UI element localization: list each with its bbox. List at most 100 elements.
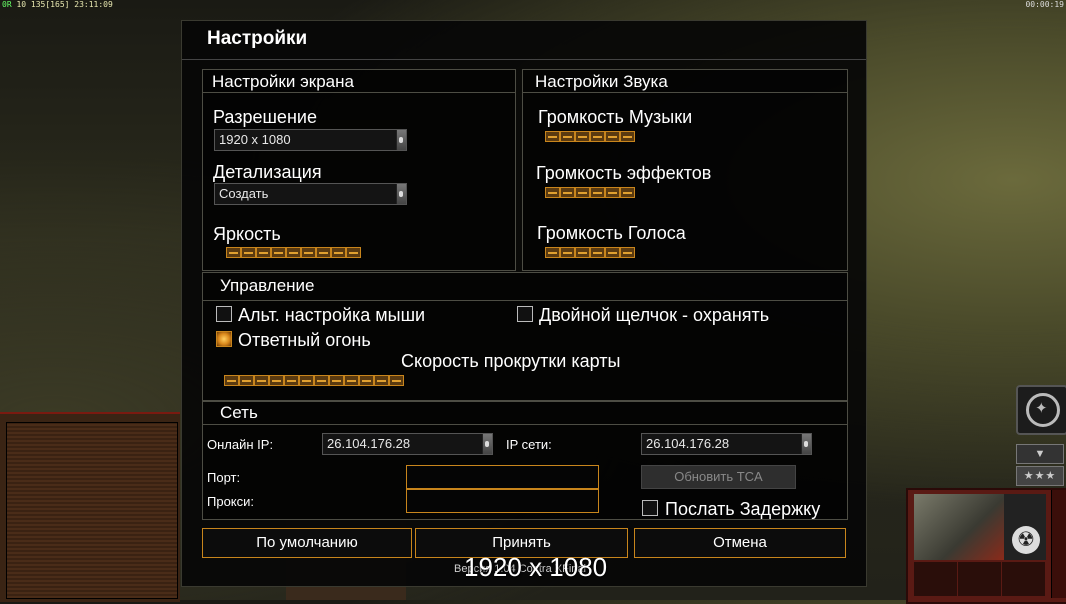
lan-ip-value: 26.104.176.28 xyxy=(646,436,730,451)
double-click-guard-label[interactable]: Двойной щелчок - охранять xyxy=(539,305,769,326)
alt-mouse-label[interactable]: Альт. настройка мыши xyxy=(238,305,425,326)
slider-segment[interactable] xyxy=(590,187,605,198)
network-group: Сеть Онлайн IP: 26.104.176.28 IP сети: 2… xyxy=(202,401,848,520)
send-delay-label[interactable]: Послать Задержку xyxy=(665,499,820,520)
slider-segment[interactable] xyxy=(284,375,299,386)
detail-label: Детализация xyxy=(213,162,322,182)
sound-settings-header: Настройки Звука xyxy=(523,70,847,93)
detail-value: Создать xyxy=(219,186,269,201)
return-fire-checkbox[interactable] xyxy=(216,331,232,347)
hud-stats-prefix: 0R xyxy=(2,0,12,9)
slider-segment[interactable] xyxy=(545,187,560,198)
controls-title: Управление xyxy=(220,276,315,295)
resolution-dropdown[interactable]: 1920 x 1080 xyxy=(214,129,407,151)
dropdown-arrow-icon[interactable] xyxy=(801,434,811,454)
slider-segment[interactable] xyxy=(560,247,575,258)
slider-segment[interactable] xyxy=(224,375,239,386)
chevron-down-icon: ▼ xyxy=(1034,448,1046,460)
slider-segment[interactable] xyxy=(590,247,605,258)
dropdown-arrow-icon[interactable] xyxy=(396,184,406,204)
resolution-label: Разрешение xyxy=(213,107,317,127)
send-delay-checkbox[interactable] xyxy=(642,500,658,516)
alt-mouse-checkbox[interactable] xyxy=(216,306,232,322)
slider-segment[interactable] xyxy=(560,131,575,142)
slider-segment[interactable] xyxy=(620,247,635,258)
slider-segment[interactable] xyxy=(256,247,271,258)
slider-segment[interactable] xyxy=(605,187,620,198)
slider-segment[interactable] xyxy=(605,131,620,142)
slider-segment[interactable] xyxy=(254,375,269,386)
slider-segment[interactable] xyxy=(241,247,256,258)
music-volume-slider[interactable] xyxy=(545,131,635,143)
radar-button[interactable] xyxy=(1016,385,1066,435)
slider-segment[interactable] xyxy=(346,247,361,258)
slider-segment[interactable] xyxy=(374,375,389,386)
slider-segment[interactable] xyxy=(269,375,284,386)
slider-segment[interactable] xyxy=(344,375,359,386)
slider-segment[interactable] xyxy=(560,187,575,198)
hud-game-timer: 00:00:19 xyxy=(1025,0,1064,9)
unit-side-bar xyxy=(1051,490,1066,598)
effects-volume-slider[interactable] xyxy=(545,187,635,199)
update-tca-button[interactable]: Обновить TCA xyxy=(641,465,796,489)
slider-segment[interactable] xyxy=(359,375,374,386)
slider-segment[interactable] xyxy=(226,247,241,258)
game-left-panel xyxy=(0,412,180,602)
title-divider xyxy=(182,59,866,60)
stars-icon: ★★★ xyxy=(1023,470,1057,482)
unit-command-grid[interactable] xyxy=(914,562,1046,596)
options-dialog: Настройки Настройки экрана Разрешение 19… xyxy=(181,20,867,587)
resolution-value: 1920 x 1080 xyxy=(219,132,291,147)
display-settings-group: Настройки экрана Разрешение 1920 x 1080 … xyxy=(202,69,516,271)
unit-portrait[interactable] xyxy=(914,494,1004,560)
proxy-label: Прокси: xyxy=(207,494,255,509)
slider-segment[interactable] xyxy=(590,131,605,142)
slider-segment[interactable] xyxy=(331,247,346,258)
slider-segment[interactable] xyxy=(314,375,329,386)
brightness-slider[interactable] xyxy=(226,247,361,259)
hud-stats-text: 10 135[165] 23:11:09 xyxy=(16,0,113,9)
online-ip-value: 26.104.176.28 xyxy=(327,436,411,451)
online-ip-dropdown[interactable]: 26.104.176.28 xyxy=(322,433,493,455)
port-input[interactable] xyxy=(406,465,599,489)
slider-segment[interactable] xyxy=(545,247,560,258)
slider-segment[interactable] xyxy=(286,247,301,258)
online-ip-label: Онлайн IP: xyxy=(207,437,274,452)
slider-segment[interactable] xyxy=(389,375,404,386)
slider-segment[interactable] xyxy=(575,247,590,258)
hud-stats: 0R 10 135[165] 23:11:09 xyxy=(2,0,113,9)
detail-dropdown[interactable]: Создать xyxy=(214,183,407,205)
dialog-title: Настройки xyxy=(207,28,308,49)
return-fire-label[interactable]: Ответный огонь xyxy=(238,330,371,351)
slider-segment[interactable] xyxy=(301,247,316,258)
voice-volume-slider[interactable] xyxy=(545,247,635,259)
defaults-button[interactable]: По умолчанию xyxy=(202,528,412,558)
game-left-panel-inner xyxy=(6,422,178,599)
slider-segment[interactable] xyxy=(575,187,590,198)
proxy-input[interactable] xyxy=(406,489,599,513)
controls-header: Управление xyxy=(203,273,847,301)
slider-segment[interactable] xyxy=(605,247,620,258)
dropdown-arrow-icon[interactable] xyxy=(482,434,492,454)
slider-segment[interactable] xyxy=(575,131,590,142)
slider-segment[interactable] xyxy=(620,187,635,198)
slider-segment[interactable] xyxy=(329,375,344,386)
lan-ip-dropdown[interactable]: 26.104.176.28 xyxy=(641,433,812,455)
slider-segment[interactable] xyxy=(316,247,331,258)
rank-stars-button[interactable]: ★★★ xyxy=(1016,466,1064,486)
unit-selection-panel: ☢ xyxy=(906,488,1066,604)
slider-segment[interactable] xyxy=(239,375,254,386)
scroll-speed-slider[interactable] xyxy=(224,375,404,387)
scroll-speed-label: Скорость прокрутки карты xyxy=(401,351,621,371)
radar-icon xyxy=(1026,393,1060,427)
slider-segment[interactable] xyxy=(299,375,314,386)
double-click-guard-checkbox[interactable] xyxy=(517,306,533,322)
cancel-button[interactable]: Отмена xyxy=(634,528,846,558)
dropdown-arrow-icon[interactable] xyxy=(396,130,406,150)
music-volume-label: Громкость Музыки xyxy=(538,107,693,127)
slider-segment[interactable] xyxy=(545,131,560,142)
collapse-arrow-button[interactable]: ▼ xyxy=(1016,444,1064,464)
slider-segment[interactable] xyxy=(271,247,286,258)
slider-segment[interactable] xyxy=(620,131,635,142)
network-header: Сеть xyxy=(203,402,847,425)
